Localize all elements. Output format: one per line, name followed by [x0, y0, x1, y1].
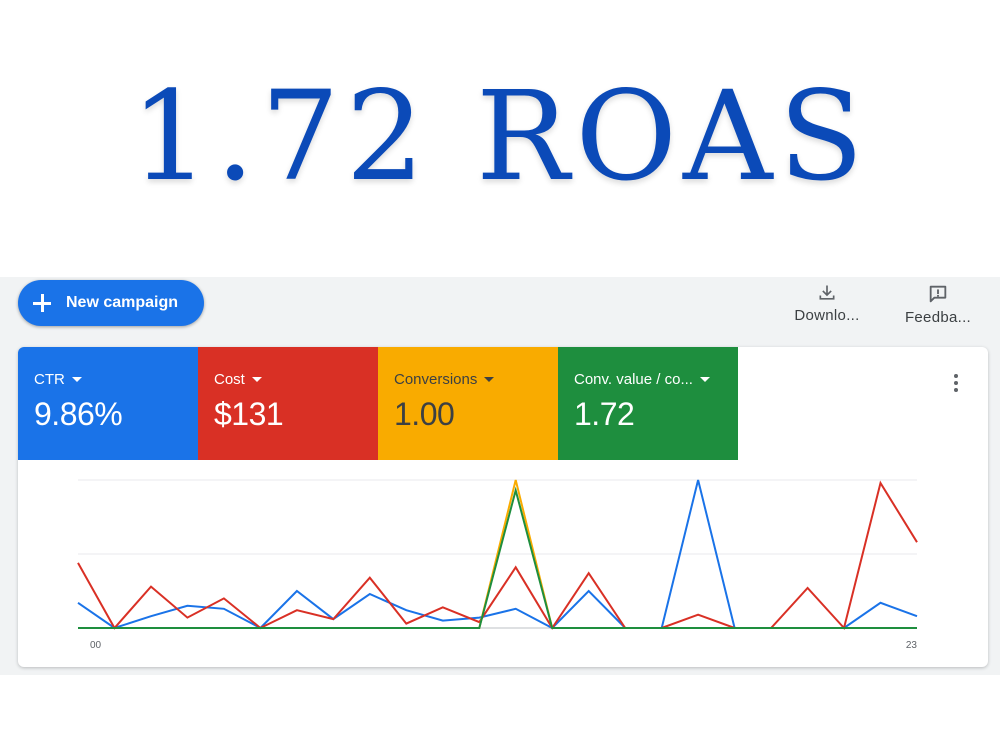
performance-card: CTR 9.86% Cost $131 Conversions 1.00 Con…: [18, 347, 988, 667]
more-options-icon[interactable]: [948, 371, 964, 395]
dropdown-caret-icon: [699, 377, 710, 382]
dropdown-caret-icon: [71, 377, 82, 382]
download-button[interactable]: Downlo...: [782, 283, 872, 324]
metric-name: Conv. value / co...: [574, 371, 738, 388]
metric-value: 1.00: [394, 396, 455, 432]
new-campaign-button[interactable]: New campaign: [18, 280, 204, 326]
dropdown-caret-icon: [251, 377, 262, 382]
feedback-button[interactable]: Feedba...: [893, 283, 983, 326]
metric-value: 1.72: [574, 396, 635, 432]
x-tick-label: 23: [906, 640, 918, 651]
campaigns-panel: New campaign Downlo... Feedba... CTR 9.8…: [0, 277, 1000, 675]
feedback-icon: [929, 285, 947, 303]
metric-tile-conv-value-per-cost[interactable]: Conv. value / co... 1.72: [558, 347, 738, 460]
dropdown-caret-icon: [484, 377, 495, 382]
download-icon: [819, 285, 835, 300]
metric-name: Cost: [214, 371, 378, 388]
metric-name: CTR: [34, 371, 198, 388]
plus-icon: [32, 293, 52, 313]
metric-value: $131: [214, 396, 284, 432]
roas-headline: 1.72 ROAS: [130, 65, 870, 209]
new-campaign-label: New campaign: [66, 294, 179, 311]
metric-value: 9.86%: [34, 396, 123, 432]
metric-tile-ctr[interactable]: CTR 9.86%: [18, 347, 198, 460]
metric-tile-conversions[interactable]: Conversions 1.00: [378, 347, 558, 460]
x-tick-label: 00: [90, 640, 102, 651]
performance-chart: 00 23: [77, 479, 918, 651]
feedback-label: Feedba...: [904, 309, 972, 326]
metric-tile-cost[interactable]: Cost $131: [198, 347, 378, 460]
metric-name: Conversions: [394, 371, 558, 388]
download-label: Downlo...: [794, 307, 860, 324]
